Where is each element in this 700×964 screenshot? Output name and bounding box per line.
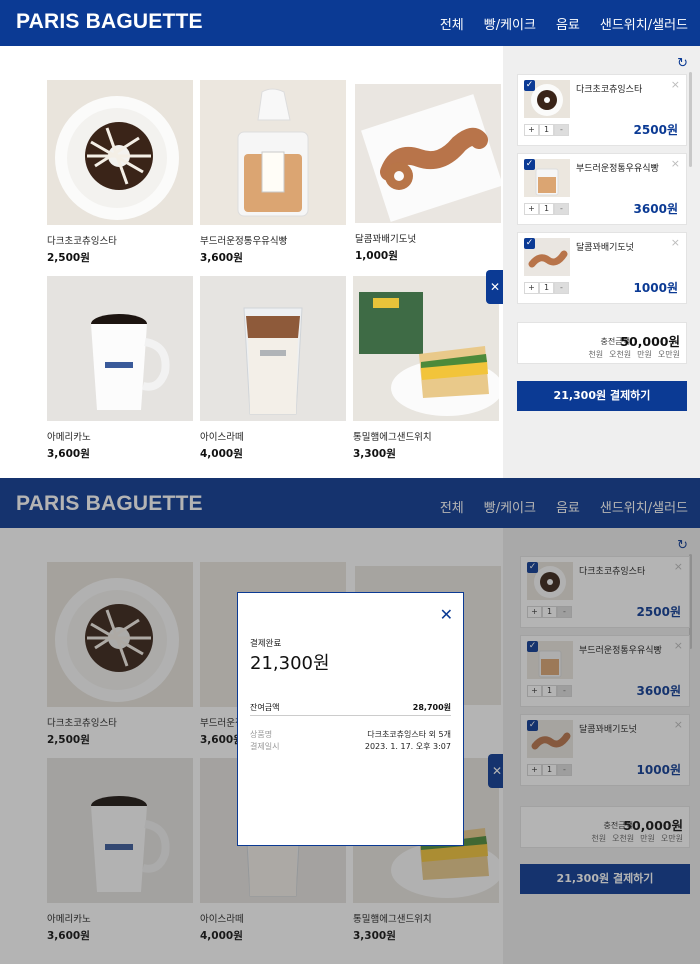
product-name: 아메리카노	[47, 432, 91, 443]
sidebar-toggle-button[interactable]: ✕	[486, 270, 504, 304]
charge-amount: 50,000원	[620, 334, 680, 349]
quantity-value: 1	[539, 282, 554, 294]
bread-image	[200, 80, 346, 225]
refresh-icon[interactable]: ↻	[677, 56, 688, 71]
nav-all[interactable]: 전체	[440, 14, 464, 33]
donut-image	[47, 80, 193, 225]
twist-donut-image	[355, 84, 501, 223]
product-name: 달콤꽈배기도넛	[355, 234, 417, 245]
screen-payment-complete: PARIS BAGUETTE 전체 빵/케이크 음료 샌드위치/샐러드 다크초코…	[0, 478, 700, 964]
sandwich-image	[353, 276, 499, 421]
cart-item-checkbox[interactable]: ✓	[524, 80, 535, 91]
product-grid: 다크초코츄잉스타 2,500원 부드러운정통우유식빵 3,600원 달콤꽈배기도…	[0, 46, 503, 478]
balance-label: 잔여금액	[250, 703, 280, 712]
balance-row: 잔여금액 28,700원	[250, 700, 451, 716]
charge-box: 충전금액 50,000원 천원 오천원 만원 오만원	[517, 322, 687, 364]
coffee-mug-image	[47, 276, 193, 421]
product-name: 통밀햄에그샌드위치	[353, 432, 432, 443]
product-price: 3,300원	[353, 448, 396, 460]
product-name: 부드러운정통우유식빵	[200, 236, 288, 247]
product-price: 4,000원	[200, 448, 243, 460]
header: PARIS BAGUETTE 전체 빵/케이크 음료 샌드위치/샐러드	[0, 0, 700, 46]
product-value: 다크초코츄잉스타 외 5개	[367, 730, 451, 739]
charge-option-50000[interactable]: 오만원	[658, 349, 680, 360]
product-price: 1,000원	[355, 250, 398, 262]
product-card[interactable]: 부드러운정통우유식빵 3,600원	[200, 80, 346, 265]
cart-scrollbar[interactable]	[689, 72, 692, 167]
product-name: 다크초코츄잉스타	[47, 236, 117, 247]
cart-item-name: 다크초코츄잉스타	[576, 85, 643, 95]
remove-item-icon[interactable]: ×	[671, 157, 680, 170]
quantity-stepper: + 1 -	[524, 282, 569, 294]
modal-amount: 21,300원	[250, 653, 330, 674]
brand-logo[interactable]: PARIS BAGUETTE	[16, 10, 203, 34]
main-nav: 전체 빵/케이크 음료 샌드위치/샐러드	[440, 14, 688, 33]
cart-item-name: 달콤꽈배기도넛	[576, 243, 634, 253]
cart-item: ✓ 달콤꽈배기도넛 × + 1 - 1000원	[517, 232, 687, 304]
product-card[interactable]: 아메리카노 3,600원	[47, 276, 193, 461]
cart-item-name: 부드러운정통우유식빵	[576, 164, 659, 174]
product-name: 아이스라떼	[200, 432, 244, 443]
cart-item-checkbox[interactable]: ✓	[524, 159, 535, 170]
cart-item: ✓ 다크초코츄잉스타 × + 1 - 2500원	[517, 74, 687, 146]
product-card[interactable]: 아이스라떼 4,000원	[200, 276, 346, 461]
increase-button[interactable]: +	[524, 124, 539, 136]
nav-drinks[interactable]: 음료	[556, 14, 580, 33]
screen-cart: PARIS BAGUETTE 전체 빵/케이크 음료 샌드위치/샐러드 다크초코…	[0, 0, 700, 478]
quantity-stepper: + 1 -	[524, 203, 569, 215]
modal-title: 결제완료	[250, 639, 282, 649]
increase-button[interactable]: +	[524, 203, 539, 215]
cart-item-checkbox[interactable]: ✓	[524, 238, 535, 249]
charge-option-1000[interactable]: 천원	[588, 349, 603, 360]
iced-latte-image	[200, 276, 346, 421]
cart-item-price: 3600원	[633, 202, 678, 216]
remove-item-icon[interactable]: ×	[671, 236, 680, 249]
increase-button[interactable]: +	[524, 282, 539, 294]
nav-bread-cake[interactable]: 빵/케이크	[484, 14, 536, 33]
charge-option-5000[interactable]: 오천원	[609, 349, 631, 360]
charge-option-10000[interactable]: 만원	[637, 349, 652, 360]
product-card[interactable]: 통밀햄에그샌드위치 3,300원	[353, 276, 499, 461]
date-value: 2023. 1. 17. 오후 3:07	[364, 742, 451, 751]
remove-item-icon[interactable]: ×	[671, 78, 680, 91]
quantity-value: 1	[539, 124, 554, 136]
product-card[interactable]: 달콤꽈배기도넛 1,000원	[355, 84, 501, 263]
cart-item-price: 1000원	[633, 281, 678, 295]
quantity-value: 1	[539, 203, 554, 215]
product-price: 3,600원	[200, 252, 243, 264]
product-label: 상품명	[250, 730, 273, 739]
decrease-button[interactable]: -	[554, 124, 569, 136]
cart-item: ✓ 부드러운정통우유식빵 × + 1 - 3600원	[517, 153, 687, 225]
product-price: 2,500원	[47, 252, 90, 264]
decrease-button[interactable]: -	[554, 203, 569, 215]
product-price: 3,600원	[47, 448, 90, 460]
quantity-stepper: + 1 -	[524, 124, 569, 136]
product-card[interactable]: 다크초코츄잉스타 2,500원	[47, 80, 193, 265]
charge-options: 천원 오천원 만원 오만원	[588, 349, 680, 360]
cart-item-price: 2500원	[633, 123, 678, 137]
cart-sidebar: ↻ ✓ 다크초코츄잉스타 × + 1 - 2500원 ✓ 부드러운정통우유식빵 …	[503, 46, 700, 478]
balance-value: 28,700원	[412, 703, 451, 712]
date-label: 결제일시	[250, 742, 280, 751]
nav-sandwich-salad[interactable]: 샌드위치/샐러드	[600, 14, 688, 33]
decrease-button[interactable]: -	[554, 282, 569, 294]
pay-button[interactable]: 21,300원 결제하기	[517, 381, 687, 411]
payment-complete-modal: ✕ 결제완료 21,300원 잔여금액 28,700원 상품명 다크초코츄잉스타…	[237, 592, 464, 846]
modal-close-icon[interactable]: ✕	[440, 605, 453, 624]
